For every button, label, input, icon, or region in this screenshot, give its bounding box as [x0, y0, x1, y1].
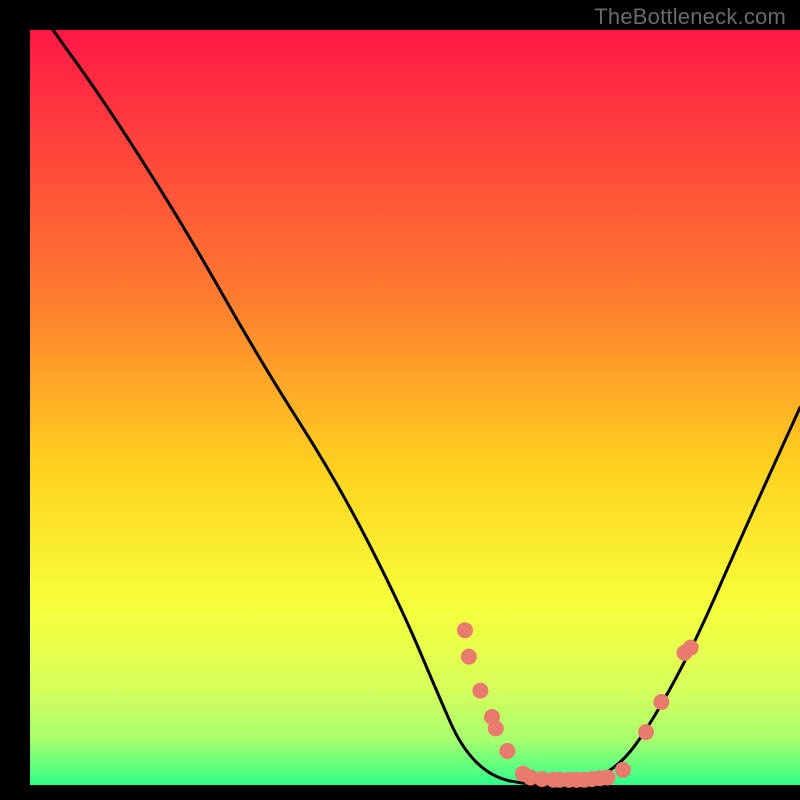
data-point: [600, 770, 616, 786]
plot-background: [30, 30, 800, 785]
data-point: [461, 649, 477, 665]
data-point: [653, 694, 669, 710]
data-point: [488, 720, 504, 736]
bottleneck-chart: [0, 0, 800, 800]
data-point: [638, 724, 654, 740]
data-point: [499, 743, 515, 759]
data-point: [683, 640, 699, 656]
data-point: [615, 762, 631, 778]
watermark-text: TheBottleneck.com: [594, 4, 786, 30]
chart-stage: { "watermark": "TheBottleneck.com", "col…: [0, 0, 800, 800]
data-point: [472, 683, 488, 699]
data-point: [457, 622, 473, 638]
